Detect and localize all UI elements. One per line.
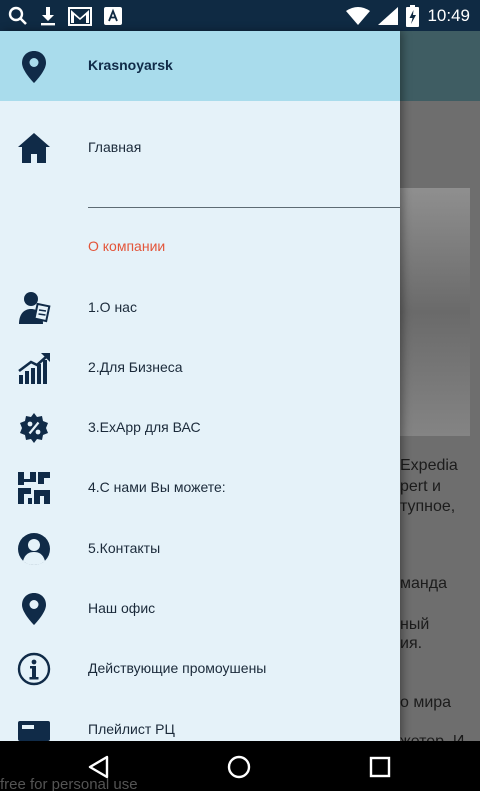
contact-avatar-icon — [16, 531, 52, 567]
wifi-icon — [346, 7, 371, 25]
menu-item-business[interactable]: 2.Для Бизнеса — [0, 340, 400, 396]
home-circle-icon[interactable] — [226, 754, 252, 780]
home-icon — [16, 130, 52, 166]
menu-item-label: 2.Для Бизнеса — [88, 359, 183, 375]
percent-badge-icon — [16, 410, 52, 446]
font-icon — [104, 7, 122, 25]
background-text: тупное, — [400, 498, 456, 515]
status-bar: 10:49 — [0, 0, 480, 31]
gmail-icon — [68, 6, 92, 26]
background-text: Expedia — [400, 457, 458, 474]
menu-item-home[interactable]: Главная — [0, 120, 400, 176]
pattern-icon — [16, 470, 52, 506]
menu-item-label: Действующие промоушены — [88, 660, 267, 676]
background-text: pert и — [400, 478, 441, 495]
growth-chart-icon — [16, 350, 52, 386]
info-icon — [16, 651, 52, 687]
signal-icon — [378, 7, 399, 25]
menu-item-about[interactable]: 1.О нас — [0, 280, 400, 336]
drawer-header-city[interactable]: Krasnoyarsk — [0, 31, 400, 101]
background-text: ный — [400, 616, 430, 633]
background-image — [400, 188, 470, 436]
notification-icons — [8, 4, 122, 28]
menu-item-contacts[interactable]: 5.Контакты — [0, 521, 400, 577]
location-pin-icon — [16, 591, 52, 627]
download-icon — [41, 7, 55, 26]
menu-item-exapp[interactable]: 3.ExApp для ВАС — [0, 400, 400, 456]
watermark: free for personal use — [0, 776, 138, 791]
city-name: Krasnoyarsk — [88, 57, 173, 73]
menu-item-playlist[interactable]: Плейлист РЦ — [0, 702, 400, 741]
system-status: 10:49 — [346, 4, 470, 28]
divider — [88, 207, 400, 208]
battery-icon — [406, 5, 420, 27]
menu-item-label: Наш офис — [88, 600, 156, 616]
menu-item-label: 3.ExApp для ВАС — [88, 419, 201, 435]
section-header: О компании — [88, 238, 166, 254]
menu-item-promotions[interactable]: Действующие промоушены — [0, 641, 400, 697]
search-icon — [8, 6, 27, 25]
background-text: ия. — [400, 635, 423, 652]
menu-item-label: Плейлист РЦ — [88, 721, 175, 737]
menu-item-label: Главная — [88, 139, 142, 155]
background-text: манда — [400, 575, 447, 592]
menu-item-label: 5.Контакты — [88, 540, 161, 556]
menu-item-label: 1.О нас — [88, 299, 137, 315]
ticket-icon — [16, 712, 52, 741]
menu-item-office[interactable]: Наш офис — [0, 581, 400, 637]
background-text: жетер. И — [400, 733, 464, 741]
background-text: о мира — [400, 694, 452, 711]
menu-item-you-can[interactable]: 4.С нами Вы можете: — [0, 460, 400, 516]
recents-icon[interactable] — [367, 754, 393, 780]
location-pin-icon — [22, 51, 46, 83]
navigation-drawer: Krasnoyarsk Главная О компании 1.О нас 2… — [0, 31, 400, 741]
person-document-icon — [16, 290, 52, 326]
clock: 10:49 — [427, 6, 470, 25]
menu-item-label: 4.С нами Вы можете: — [88, 479, 226, 495]
